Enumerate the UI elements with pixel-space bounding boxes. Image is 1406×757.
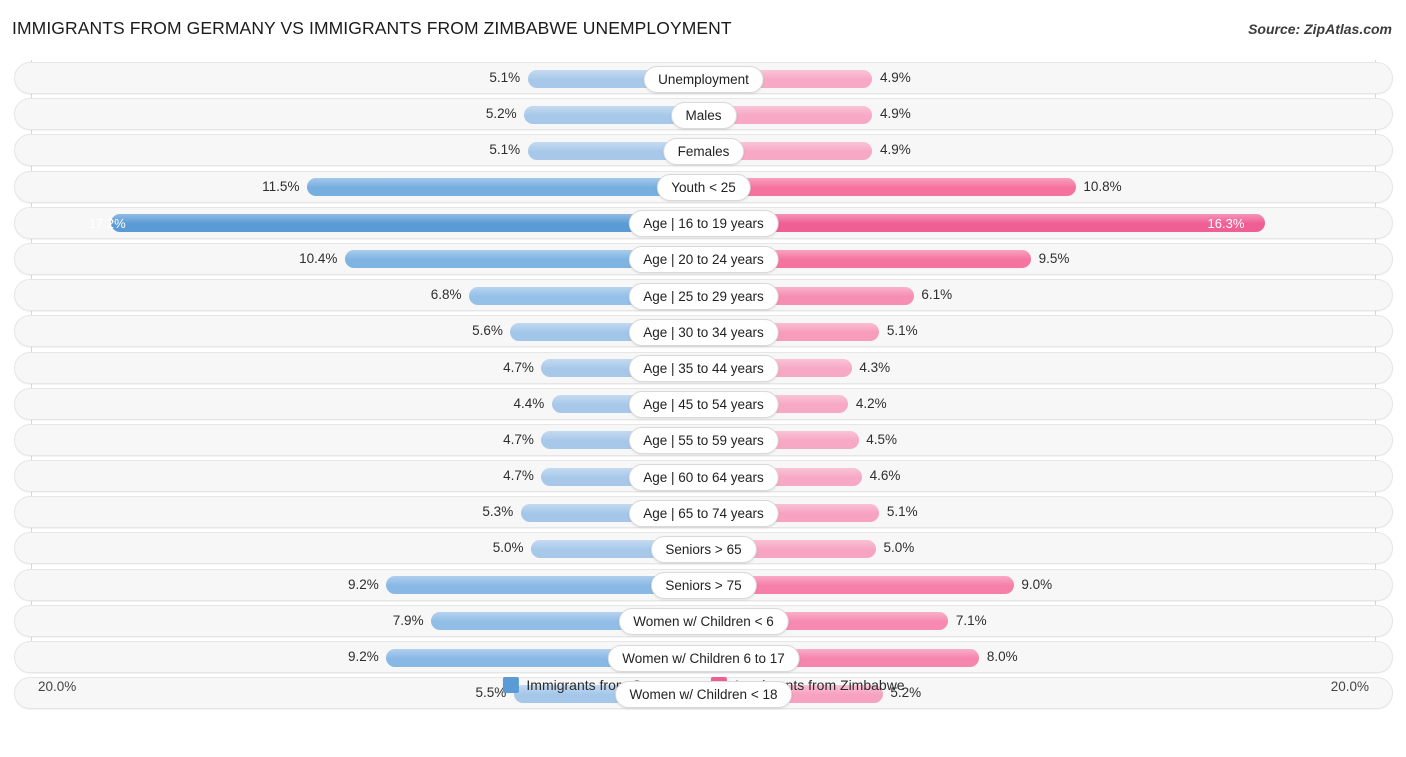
chart-row: 11.5% 10.8% Youth < 25 <box>14 169 1393 205</box>
chart-row: 5.6% 5.1% Age | 30 to 34 years <box>14 313 1393 349</box>
row-category-label: Females <box>662 137 745 165</box>
value-label-germany: 5.2% <box>485 106 517 122</box>
chart-row: 4.4% 4.2% Age | 45 to 54 years <box>14 386 1393 422</box>
value-label-germany: 11.5% <box>262 178 300 194</box>
value-label-zimbabwe: 5.1% <box>886 504 918 520</box>
row-category-label: Youth < 25 <box>656 174 751 202</box>
bar-gloss <box>110 214 704 224</box>
value-label-zimbabwe: 6.1% <box>921 287 953 303</box>
axis-max-label: 20.0% <box>1330 679 1369 694</box>
chart-row: 5.1% 4.9% Unemployment <box>14 60 1393 96</box>
value-label-zimbabwe: 4.3% <box>859 359 891 375</box>
value-label-zimbabwe: 9.5% <box>1038 250 1070 266</box>
value-label-germany: 9.2% <box>347 576 379 592</box>
source-attribution: Source: ZipAtlas.com <box>1248 21 1392 37</box>
chart-header: IMMIGRANTS FROM GERMANY VS IMMIGRANTS FR… <box>0 0 1406 54</box>
row-category-label: Unemployment <box>643 65 764 93</box>
row-category-label: Age | 25 to 29 years <box>628 282 779 310</box>
value-label-germany: 17.2% <box>88 215 126 231</box>
value-label-germany: 4.7% <box>503 431 534 447</box>
value-label-zimbabwe: 4.2% <box>855 395 887 411</box>
chart-row: 9.2% 9.0% Seniors > 75 <box>14 567 1393 603</box>
chart-row: 4.7% 4.3% Age | 35 to 44 years <box>14 350 1393 386</box>
bar-gloss <box>703 214 1266 224</box>
bar-gloss <box>703 178 1076 188</box>
chart-plot-area: 5.1% 4.9% Unemployment 5.2% 4.9% Males 5.1% 4.9… <box>14 60 1393 713</box>
chart-row: 5.1% 4.9% Females <box>14 132 1393 168</box>
chart-row: 7.9% 7.1% Women w/ Children < 6 <box>14 603 1393 639</box>
value-label-germany: 5.1% <box>489 70 521 85</box>
chart-row: 5.0% 5.0% Seniors > 65 <box>14 530 1393 566</box>
value-label-zimbabwe: 4.9% <box>880 142 911 158</box>
value-label-germany: 5.0% <box>492 540 524 556</box>
row-category-label: Age | 45 to 54 years <box>628 391 779 419</box>
row-category-label: Age | 65 to 74 years <box>628 499 779 527</box>
row-category-label: Women w/ Children < 18 <box>614 680 793 708</box>
axis-min-label: 20.0% <box>38 679 77 694</box>
value-label-zimbabwe: 7.1% <box>955 612 987 628</box>
row-category-label: Age | 30 to 34 years <box>628 318 779 346</box>
chart-row: 4.7% 4.5% Age | 55 to 59 years <box>14 422 1393 458</box>
value-label-germany: 9.2% <box>347 649 379 664</box>
value-label-zimbabwe: 9.0% <box>1021 576 1053 592</box>
row-category-label: Age | 20 to 24 years <box>628 246 779 274</box>
value-label-zimbabwe: 5.0% <box>883 540 915 556</box>
chart-row: 9.2% 8.0% Women w/ Children 6 to 17 <box>14 639 1393 675</box>
bar-germany <box>307 178 704 197</box>
value-label-zimbabwe: 4.6% <box>869 468 901 484</box>
row-category-label: Seniors > 65 <box>650 535 757 563</box>
value-label-zimbabwe: 4.5% <box>866 431 897 447</box>
row-category-label: Age | 16 to 19 years <box>628 210 779 238</box>
chart-rows: 5.1% 4.9% Unemployment 5.2% 4.9% Males 5.1% 4.9… <box>14 60 1393 711</box>
row-category-label: Women w/ Children 6 to 17 <box>607 644 800 672</box>
chart-row: 5.3% 5.1% Age | 65 to 74 years <box>14 494 1393 530</box>
row-category-label: Age | 55 to 59 years <box>628 427 779 455</box>
page-title: IMMIGRANTS FROM GERMANY VS IMMIGRANTS FR… <box>12 18 732 38</box>
value-label-germany: 4.7% <box>503 359 534 375</box>
value-label-germany: 5.3% <box>482 504 514 520</box>
value-label-germany: 5.1% <box>489 142 521 158</box>
value-label-germany: 4.7% <box>503 468 534 484</box>
value-label-zimbabwe: 10.8% <box>1083 178 1122 194</box>
value-label-germany: 10.4% <box>299 250 338 266</box>
value-label-germany: 4.4% <box>513 395 545 411</box>
chart-row: 17.2% 16.3% Age | 16 to 19 years <box>14 205 1393 241</box>
row-category-label: Age | 60 to 64 years <box>628 463 779 491</box>
row-category-label: Seniors > 75 <box>650 572 757 600</box>
chart-row: 10.4% 9.5% Age | 20 to 24 years <box>14 241 1393 277</box>
row-category-label: Males <box>670 101 737 129</box>
bar-zimbabwe <box>703 214 1266 233</box>
row-category-label: Age | 35 to 44 years <box>628 355 779 382</box>
value-label-zimbabwe: 5.1% <box>886 323 918 339</box>
value-label-germany: 6.8% <box>430 287 462 303</box>
chart-row: 6.8% 6.1% Age | 25 to 29 years <box>14 277 1393 313</box>
value-label-zimbabwe: 4.9% <box>880 106 911 122</box>
value-label-germany: 7.9% <box>392 612 424 628</box>
value-label-zimbabwe: 8.0% <box>986 649 1018 664</box>
value-label-germany: 5.6% <box>472 323 503 339</box>
bar-zimbabwe <box>703 178 1076 197</box>
legend-swatch-icon <box>502 677 519 693</box>
row-category-label: Women w/ Children < 6 <box>618 608 789 636</box>
bar-gloss <box>307 178 704 188</box>
chart-row: 5.2% 4.9% Males <box>14 96 1393 132</box>
bar-germany <box>110 214 704 233</box>
value-label-zimbabwe: 16.3% <box>1207 215 1245 231</box>
value-label-zimbabwe: 4.9% <box>880 70 911 85</box>
chart-row: 4.7% 4.6% Age | 60 to 64 years <box>14 458 1393 494</box>
